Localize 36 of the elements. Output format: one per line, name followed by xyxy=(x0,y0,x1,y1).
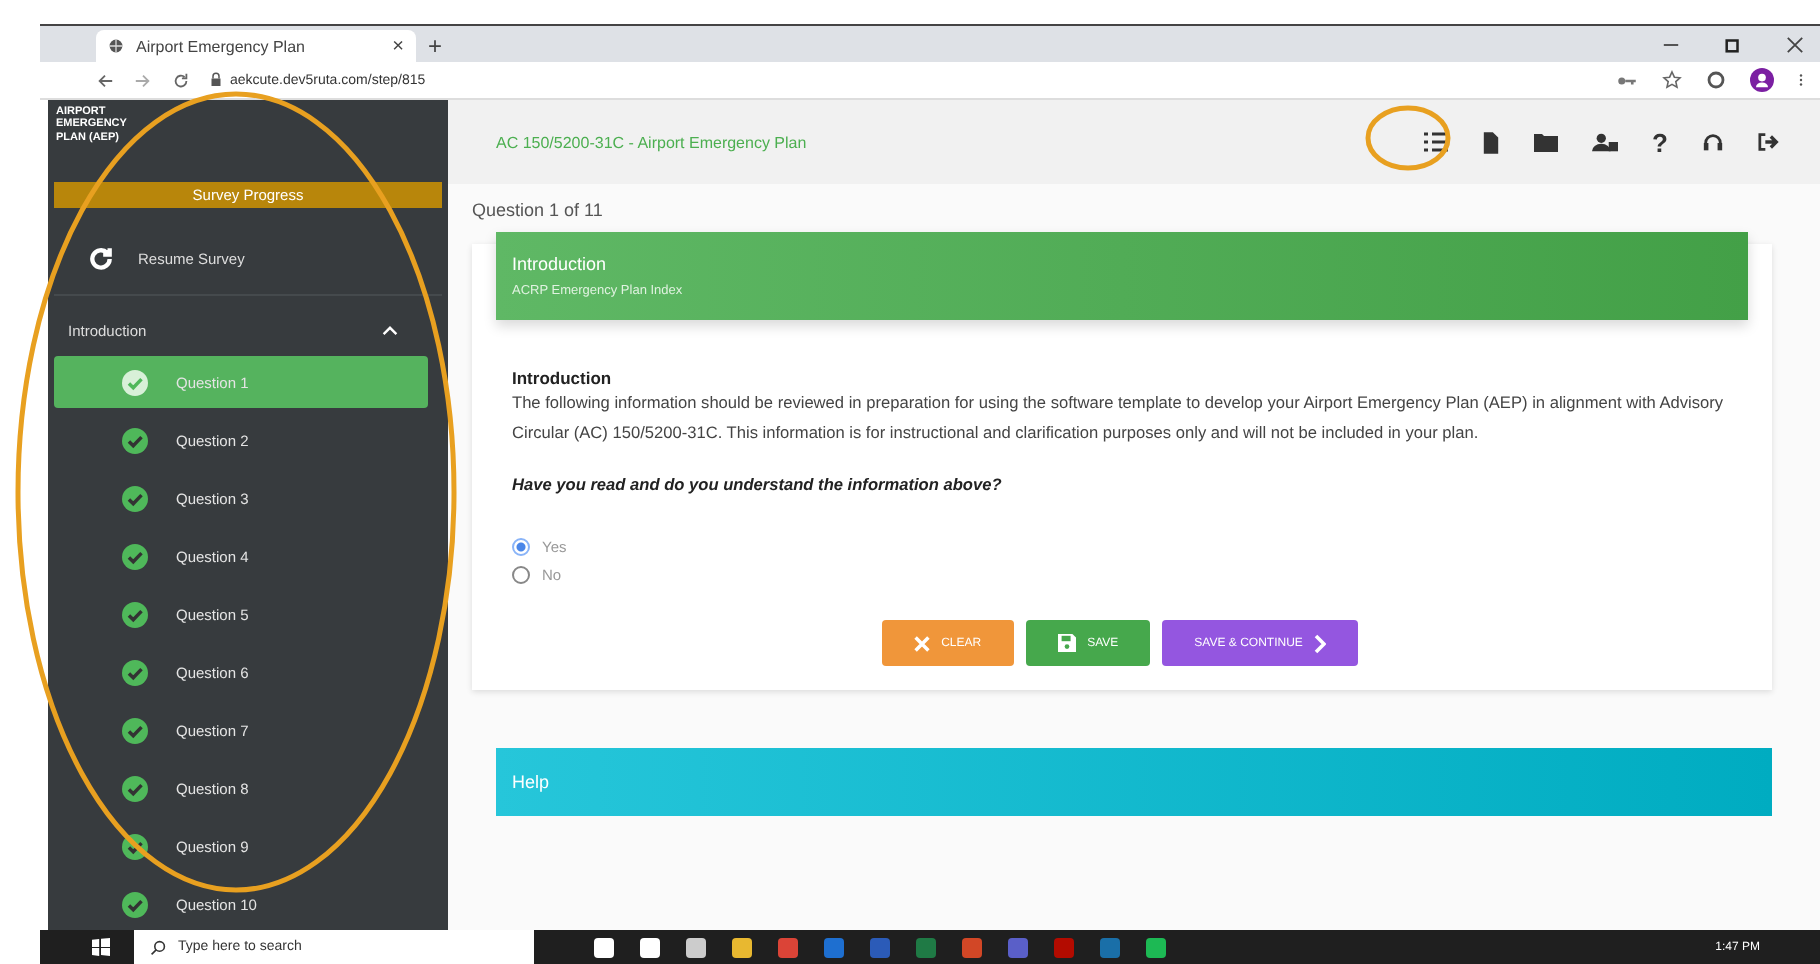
globe-icon xyxy=(108,38,124,54)
search-icon xyxy=(150,939,166,955)
card-title: Introduction xyxy=(512,254,609,274)
section-heading: Introduction xyxy=(512,368,614,388)
close-icon xyxy=(913,635,930,651)
highlight-ellipse xyxy=(1364,104,1452,172)
restore-icon[interactable] xyxy=(1724,35,1742,53)
start-icon[interactable] xyxy=(92,938,110,956)
extension-icon[interactable] xyxy=(1706,70,1726,90)
reload-icon xyxy=(88,245,114,272)
lock-icon xyxy=(210,72,222,88)
users-icon[interactable] xyxy=(1592,132,1619,152)
question-counter: Question 1 of 11 xyxy=(472,200,605,220)
star-icon[interactable] xyxy=(1662,70,1682,90)
browser-tab[interactable]: Airport Emergency Plan × xyxy=(96,30,416,62)
tab-title: Airport Emergency Plan xyxy=(136,37,305,55)
intro-paragraph: The following information should be reviewed in preparation for using the software template to develop your Airport Emergency Plan (AEP) in alignment with Advisory Circular (AC) 150/5200-31C. This information is for instructional and clarification purposes only and will not be included in your plan. xyxy=(512,390,1726,446)
chevron-right-icon xyxy=(1314,633,1327,653)
folder-icon[interactable] xyxy=(1534,132,1559,152)
profile-avatar-icon[interactable] xyxy=(1750,68,1774,92)
headset-icon[interactable] xyxy=(1702,131,1724,153)
back-icon[interactable] xyxy=(96,71,114,89)
key-icon[interactable] xyxy=(1616,73,1638,87)
logout-icon[interactable] xyxy=(1758,132,1780,152)
question-text: Have you read and do you understand the information above? xyxy=(512,474,1004,494)
page-title: AC 150/5200-31C - Airport Emergency Plan xyxy=(496,133,807,151)
list-icon[interactable] xyxy=(1424,132,1449,152)
taskbar-app-icons-drawing[interactable] xyxy=(594,937,1166,957)
menu-icon[interactable] xyxy=(1798,70,1804,90)
help-title: Help xyxy=(512,772,550,792)
close-icon[interactable] xyxy=(1786,35,1804,53)
help-button[interactable]: ? xyxy=(1652,129,1668,155)
tab-close-button[interactable]: × xyxy=(392,35,404,57)
document-icon[interactable] xyxy=(1482,131,1501,153)
reload-icon[interactable] xyxy=(172,71,190,89)
new-tab-button[interactable]: + xyxy=(428,32,443,60)
